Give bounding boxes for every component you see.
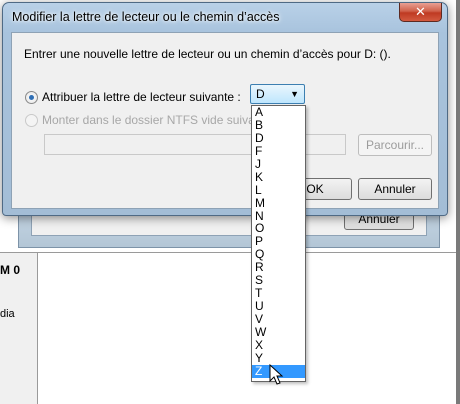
drive-letter-option[interactable]: D [252,131,305,145]
dialog-title: Modifier la lettre de lecteur ou le chem… [12,10,280,24]
drive-letter-select[interactable]: D ▼ [250,84,305,104]
close-icon: ✕ [415,4,426,19]
mount-folder-radio[interactable] [25,114,38,127]
drive-letter-option[interactable]: V [252,313,305,326]
drive-letter-list[interactable]: ABDFJKLMNOPQRSTUVWXYZ [251,105,306,382]
chevron-down-icon: ▼ [290,89,299,99]
assign-letter-label[interactable]: Attribuer la lettre de lecteur suivante … [42,90,241,104]
drive-letter-option[interactable]: L [252,183,305,197]
drive-letter-option[interactable]: J [252,157,305,171]
assign-letter-radio[interactable] [25,91,38,104]
disk-media-label: dia [0,308,15,320]
drive-letter-option[interactable]: K [252,170,305,184]
drive-letter-option[interactable]: W [252,325,305,339]
drive-letter-option[interactable]: A [252,106,305,119]
disk-label: M 0 [0,263,21,277]
drive-letter-value: D [256,87,265,101]
window-edge [456,0,460,404]
drive-letter-option[interactable]: X [252,338,305,352]
change-drive-letter-dialog: Modifier la lettre de lecteur ou le chem… [2,2,448,216]
dialog-prompt: Entrer une nouvelle lettre de lecteur ou… [24,47,391,61]
drive-letter-option[interactable]: B [252,118,305,132]
browse-button[interactable]: Parcourir... [358,134,432,156]
divider [0,252,460,253]
dialog-body: Entrer une nouvelle lettre de lecteur ou… [11,32,439,209]
close-button[interactable]: ✕ [399,3,442,22]
drive-letter-option[interactable]: M [252,196,305,210]
mouse-pointer-icon [269,364,284,385]
drive-letter-option[interactable]: F [252,144,305,158]
mount-folder-label: Monter dans le dossier NTFS vide suivant… [42,113,272,127]
cancel-button[interactable]: Annuler [358,178,432,200]
drive-letter-option[interactable]: Y [252,351,305,365]
